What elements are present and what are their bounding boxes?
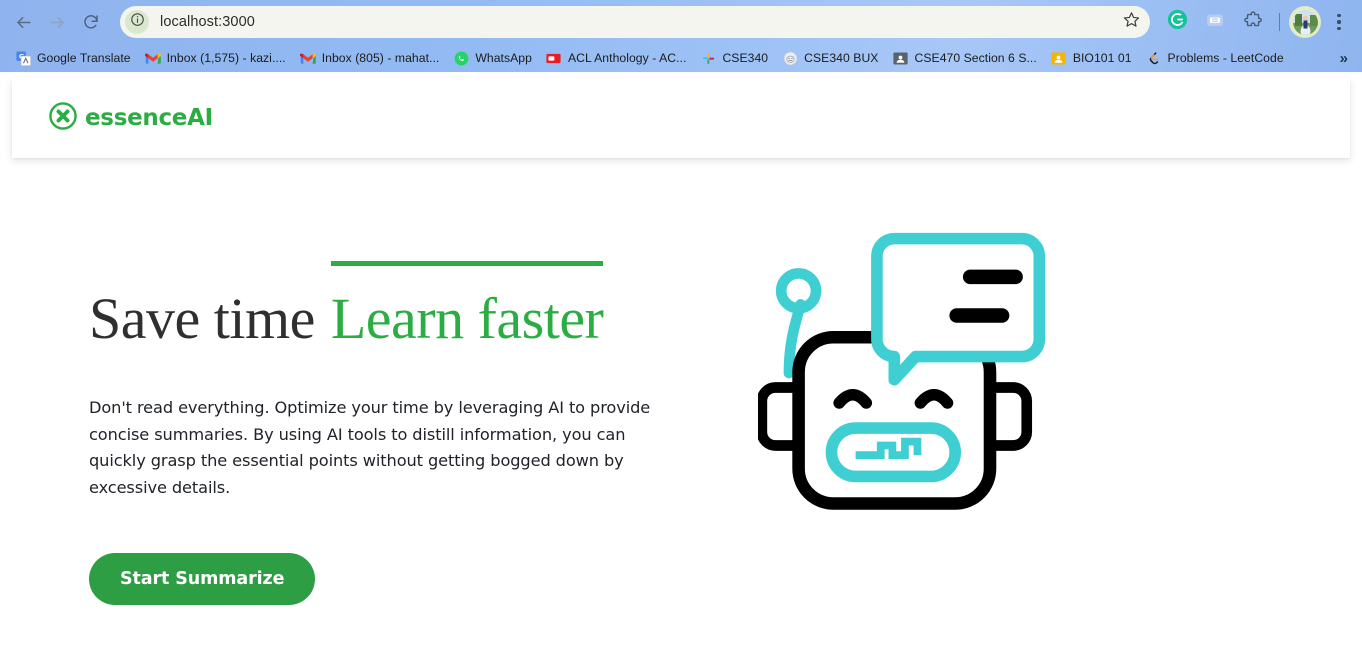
bux-icon [782, 50, 798, 66]
site-info-button[interactable] [125, 10, 149, 34]
bookmark-label: CSE470 Section 6 S... [914, 51, 1037, 65]
google-classroom-icon [1051, 50, 1067, 66]
bookmark-whatsapp[interactable]: WhatsApp [446, 47, 539, 69]
grammarly-button[interactable] [1162, 7, 1192, 37]
reload-button[interactable] [74, 5, 108, 39]
headline-plain: Save time [89, 286, 315, 351]
bookmark-google-translate[interactable]: G Google Translate [8, 47, 138, 69]
bookmark-bio101[interactable]: BIO101 01 [1044, 47, 1139, 69]
headline-accent: Learn faster [330, 261, 604, 348]
reload-icon [82, 13, 100, 31]
site-header: essenceAI [12, 78, 1350, 158]
url-text[interactable]: localhost:3000 [160, 14, 1118, 30]
bookmark-label: Inbox (1,575) - kazi.... [166, 51, 286, 65]
hero-paragraph: Don't read everything. Optimize your tim… [89, 398, 651, 497]
brand-name: essenceAI [85, 105, 213, 131]
screen-share-icon [1205, 10, 1225, 35]
page-content: essenceAI Save time Learn faster Don't re… [0, 72, 1362, 663]
page-title: Save time Learn faster [89, 261, 700, 348]
slack-icon [700, 50, 716, 66]
extensions-button[interactable] [1238, 7, 1268, 37]
bookmark-acl-anthology[interactable]: ACL Anthology - AC... [539, 47, 693, 69]
bookmark-label: CSE340 BUX [804, 51, 879, 65]
bookmark-cse340[interactable]: CSE340 [693, 47, 775, 69]
bookmark-label: CSE340 [722, 51, 769, 65]
whatsapp-icon [453, 50, 469, 66]
avatar [1292, 9, 1318, 35]
gmail-icon [299, 50, 316, 66]
start-summarize-button[interactable]: Start Summarize [89, 553, 316, 605]
forward-button[interactable] [40, 5, 74, 39]
grammarly-icon [1167, 9, 1188, 35]
hero-section: Save time Learn faster Don't read everyth… [0, 158, 1362, 663]
browser-menu-button[interactable] [1326, 7, 1352, 37]
three-dot-menu-icon [1337, 13, 1341, 31]
bookmark-inbox-mahat[interactable]: Inbox (805) - mahat... [293, 47, 447, 69]
bookmark-cse470[interactable]: CSE470 Section 6 S... [885, 47, 1043, 69]
google-translate-icon: G [15, 50, 31, 66]
brand-logo[interactable]: essenceAI [48, 101, 213, 136]
forward-arrow-icon [48, 13, 67, 32]
circle-x-logo-icon [48, 101, 78, 136]
back-button[interactable] [6, 5, 40, 39]
bookmark-label: Google Translate [37, 51, 131, 65]
toolbar-divider [1279, 13, 1280, 31]
bookmarks-overflow-button[interactable]: » [1332, 50, 1356, 67]
star-icon [1123, 11, 1140, 33]
browser-chrome: localhost:3000 Google Translate Inbox (1… [0, 0, 1362, 72]
hero-text-column: Save time Learn faster Don't read everyth… [0, 158, 700, 605]
google-classroom-icon [892, 50, 908, 66]
bookmark-label: Problems - LeetCode [1167, 51, 1284, 65]
browser-toolbar: localhost:3000 [0, 0, 1362, 44]
screen-share-button[interactable] [1200, 7, 1230, 37]
leetcode-icon [1146, 50, 1162, 66]
bookmarks-bar: G Google Translate Inbox (1,575) - kazi.… [0, 44, 1362, 72]
bookmark-label: WhatsApp [475, 51, 532, 65]
chat-robot-illustration [756, 223, 1048, 528]
hero-illustration-column [700, 158, 1362, 528]
gmail-icon [144, 50, 161, 66]
acl-anthology-icon [546, 50, 562, 66]
bookmark-inbox-kazi[interactable]: Inbox (1,575) - kazi.... [138, 47, 293, 69]
bookmark-leetcode[interactable]: Problems - LeetCode [1139, 47, 1291, 69]
bookmark-label: BIO101 01 [1072, 51, 1132, 65]
profile-button[interactable] [1289, 6, 1321, 38]
bookmark-label: ACL Anthology - AC... [567, 51, 687, 65]
bookmark-cse340-bux[interactable]: CSE340 BUX [775, 47, 885, 69]
bookmark-label: Inbox (805) - mahat... [321, 51, 440, 65]
info-circle-icon [130, 12, 145, 32]
puzzle-piece-icon [1243, 10, 1263, 35]
address-bar[interactable]: localhost:3000 [120, 6, 1150, 38]
bookmark-button[interactable] [1118, 9, 1144, 35]
back-arrow-icon [14, 13, 33, 32]
